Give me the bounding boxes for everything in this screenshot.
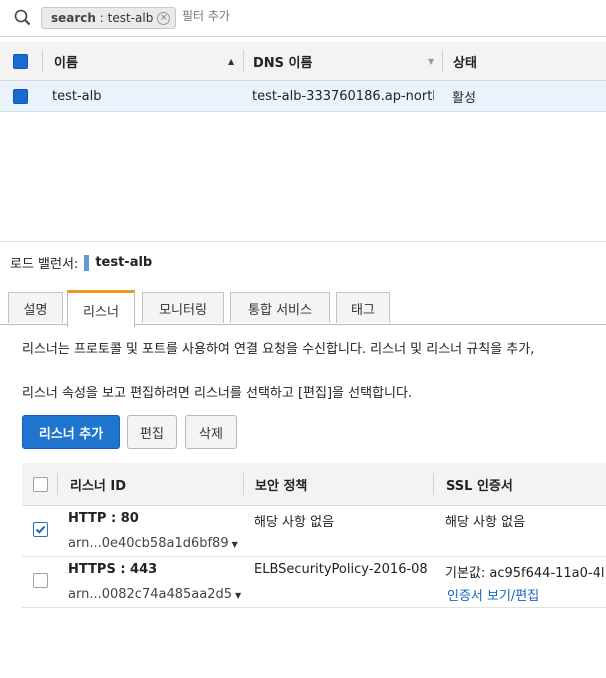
search-input[interactable]: [180, 8, 484, 24]
caret-down-icon[interactable]: ▼: [232, 540, 238, 549]
listener-description: 리스너는 프로토콜 및 포트를 사용하여 연결 요청을 수신합니다. 리스너 및…: [22, 342, 535, 357]
search-icon: [14, 9, 31, 26]
panel-divider: [0, 241, 606, 242]
filter-token-value: test-alb: [107, 11, 154, 25]
listener-arn[interactable]: arn...0082c74a485aa2d5 ▼: [68, 587, 241, 602]
sort-desc-icon[interactable]: ▼: [428, 57, 434, 66]
column-header-security-policy[interactable]: 보안 정책: [255, 463, 307, 505]
title-accent-bar: [84, 254, 90, 271]
ssl-certificate-cell: 해당 사항 없음: [445, 515, 526, 530]
edit-button[interactable]: 편집: [127, 415, 177, 449]
select-all-listeners-checkbox[interactable]: [33, 476, 48, 492]
listener-table-header: 리스너 ID 보안 정책 SSL 인증서: [22, 463, 606, 506]
lb-state-cell: 활성: [452, 90, 476, 106]
view-edit-certificate-link[interactable]: 인증서 보기/편집: [447, 585, 539, 604]
details-title: 로드 밸런서: test-alb: [10, 253, 152, 272]
details-lb-name: test-alb: [95, 255, 153, 270]
filter-token-key: search: [51, 11, 96, 25]
row-checkbox[interactable]: [13, 88, 28, 104]
table-row[interactable]: HTTP : 80 arn...0e40cb58a1d6bf89 ▼ 해당 사항 …: [22, 506, 606, 557]
tab-description[interactable]: 설명: [8, 292, 63, 323]
search-filter-token[interactable]: search : test-alb ×: [41, 7, 177, 29]
column-header-listener-id[interactable]: 리스너 ID: [70, 463, 126, 505]
caret-down-icon[interactable]: ▼: [235, 591, 241, 600]
security-policy-cell: ELBSecurityPolicy-2016-08: [254, 562, 428, 577]
listener-arn[interactable]: arn...0e40cb58a1d6bf89 ▼: [68, 536, 238, 551]
column-header-name[interactable]: 이름: [54, 42, 78, 80]
listener-row-checkbox[interactable]: [33, 573, 48, 588]
listener-row-checkbox[interactable]: [33, 522, 48, 537]
listener-edit-hint: 리스너 속성을 보고 편집하려면 리스너를 선택하고 [편집]을 선택합니다.: [22, 386, 413, 401]
table-row[interactable]: test-alb test-alb-333760186.ap-north… 활성: [0, 81, 606, 112]
tab-tags[interactable]: 태그: [336, 292, 390, 323]
details-label: 로드 밸런서:: [10, 257, 79, 272]
listener-protocol: HTTPS : 443: [68, 562, 158, 577]
listener-arn-text: arn...0e40cb58a1d6bf89: [68, 536, 229, 551]
close-icon[interactable]: ×: [157, 12, 171, 25]
tab-integrated-services[interactable]: 통합 서비스: [230, 292, 330, 323]
sort-asc-icon[interactable]: ▲: [228, 57, 234, 66]
listener-protocol: HTTP : 80: [68, 511, 139, 526]
search-bar[interactable]: search : test-alb ×: [0, 0, 606, 37]
listener-arn-text: arn...0082c74a485aa2d5: [68, 587, 232, 602]
table-row[interactable]: HTTPS : 443 arn...0082c74a485aa2d5 ▼ ELBS…: [22, 557, 606, 608]
security-policy-cell: 해당 사항 없음: [254, 515, 335, 530]
delete-button[interactable]: 삭제: [185, 415, 237, 449]
lb-name-cell: test-alb: [52, 88, 102, 104]
select-all-checkbox[interactable]: [13, 53, 28, 69]
column-header-ssl-certificate[interactable]: SSL 인증서: [446, 463, 513, 505]
lb-dns-cell: test-alb-333760186.ap-north…: [252, 88, 434, 104]
add-listener-button[interactable]: 리스너 추가: [22, 415, 120, 449]
tab-monitoring[interactable]: 모니터링: [142, 292, 224, 323]
ssl-certificate-cell: 기본값: ac95f644-11a0-4l: [445, 566, 605, 581]
tab-listeners[interactable]: 리스너: [67, 290, 135, 327]
column-header-state[interactable]: 상태: [453, 42, 477, 80]
column-header-dns[interactable]: DNS 이름: [253, 42, 312, 80]
details-tabs: 설명 리스너 모니터링 통합 서비스 태그: [0, 290, 606, 327]
lb-table-header: 이름 ▲ DNS 이름 ▼ 상태: [0, 42, 606, 81]
